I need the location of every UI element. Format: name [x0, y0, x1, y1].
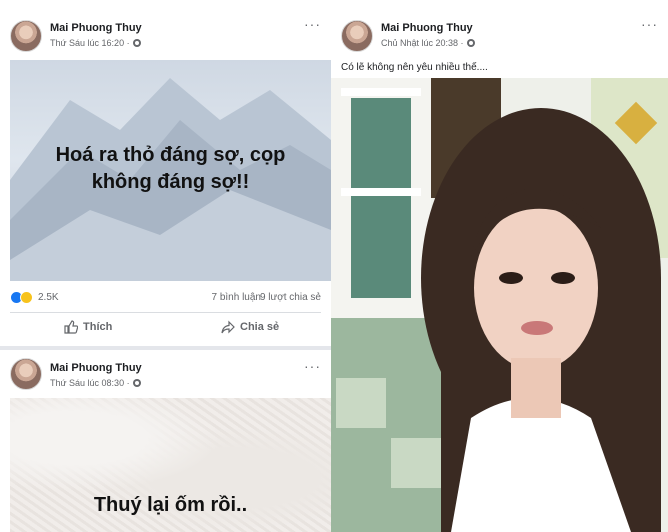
share-button[interactable]: Chia sẻ: [221, 320, 279, 334]
share-label: Chia sẻ: [240, 321, 280, 333]
globe-icon: [132, 39, 141, 47]
post-text: Thuý lại ốm rồi..: [93, 494, 248, 516]
divider: [10, 312, 321, 313]
post-text: Hoá ra thỏ đáng sợ, cọp không đáng sợ!!: [55, 144, 286, 193]
post-meta: Thứ Sáu lúc 16:20 ·: [50, 38, 141, 48]
author-name[interactable]: Mai Phuong Thuy: [50, 22, 142, 34]
post-header: Mai Phuong Thuy Thứ Sáu lúc 16:20 · ···: [0, 10, 331, 56]
globe-icon: [466, 39, 475, 47]
reaction-icons[interactable]: [10, 291, 33, 304]
post-header: Mai Phuong Thuy Thứ Sáu lúc 08:30 · ···: [0, 350, 331, 396]
comments-count[interactable]: 7 bình luận: [212, 292, 262, 303]
post-meta: Chủ Nhật lúc 20:38 ·: [381, 38, 475, 48]
more-options-icon[interactable]: ···: [304, 16, 321, 32]
post-caption: Có lẽ không nên yêu nhiều thế....: [341, 62, 488, 73]
more-options-icon[interactable]: ···: [304, 358, 321, 374]
post-header: Mai Phuong Thuy Chủ Nhật lúc 20:38 · ···: [331, 10, 668, 56]
post-time[interactable]: Chủ Nhật lúc 20:38 ·: [381, 38, 464, 48]
author-name[interactable]: Mai Phuong Thuy: [50, 362, 142, 374]
haha-reaction-icon: [20, 291, 33, 304]
thumbs-up-icon: [64, 320, 78, 334]
post-background-mountain: Hoá ra thỏ đáng sợ, cọp không đáng sợ!!: [10, 60, 331, 281]
post-actions: Thích Chia sẻ: [0, 316, 331, 340]
like-button[interactable]: Thích: [64, 320, 112, 334]
shares-count[interactable]: 9 lượt chia sẻ: [260, 292, 321, 303]
post-stats: 2.5K 7 bình luận 9 lượt chia sẻ: [10, 290, 321, 306]
like-label: Thích: [83, 321, 113, 333]
globe-icon: [132, 379, 141, 387]
post-photo[interactable]: [331, 78, 668, 532]
post-card-1: Mai Phuong Thuy Thứ Sáu lúc 16:20 · ··· …: [0, 10, 331, 346]
author-name[interactable]: Mai Phuong Thuy: [381, 22, 473, 34]
avatar[interactable]: [341, 20, 373, 52]
share-icon: [221, 320, 235, 334]
avatar[interactable]: [10, 20, 42, 52]
selfie-photo-graphic: [331, 78, 668, 532]
post-time[interactable]: Thứ Sáu lúc 16:20 ·: [50, 38, 130, 48]
post-meta: Thứ Sáu lúc 08:30 ·: [50, 378, 141, 388]
more-options-icon[interactable]: ···: [641, 16, 658, 32]
reaction-count[interactable]: 2.5K: [38, 292, 59, 303]
avatar[interactable]: [10, 358, 42, 390]
post-card-3: Mai Phuong Thuy Chủ Nhật lúc 20:38 · ···…: [331, 10, 668, 78]
post-time[interactable]: Thứ Sáu lúc 08:30 ·: [50, 378, 130, 388]
